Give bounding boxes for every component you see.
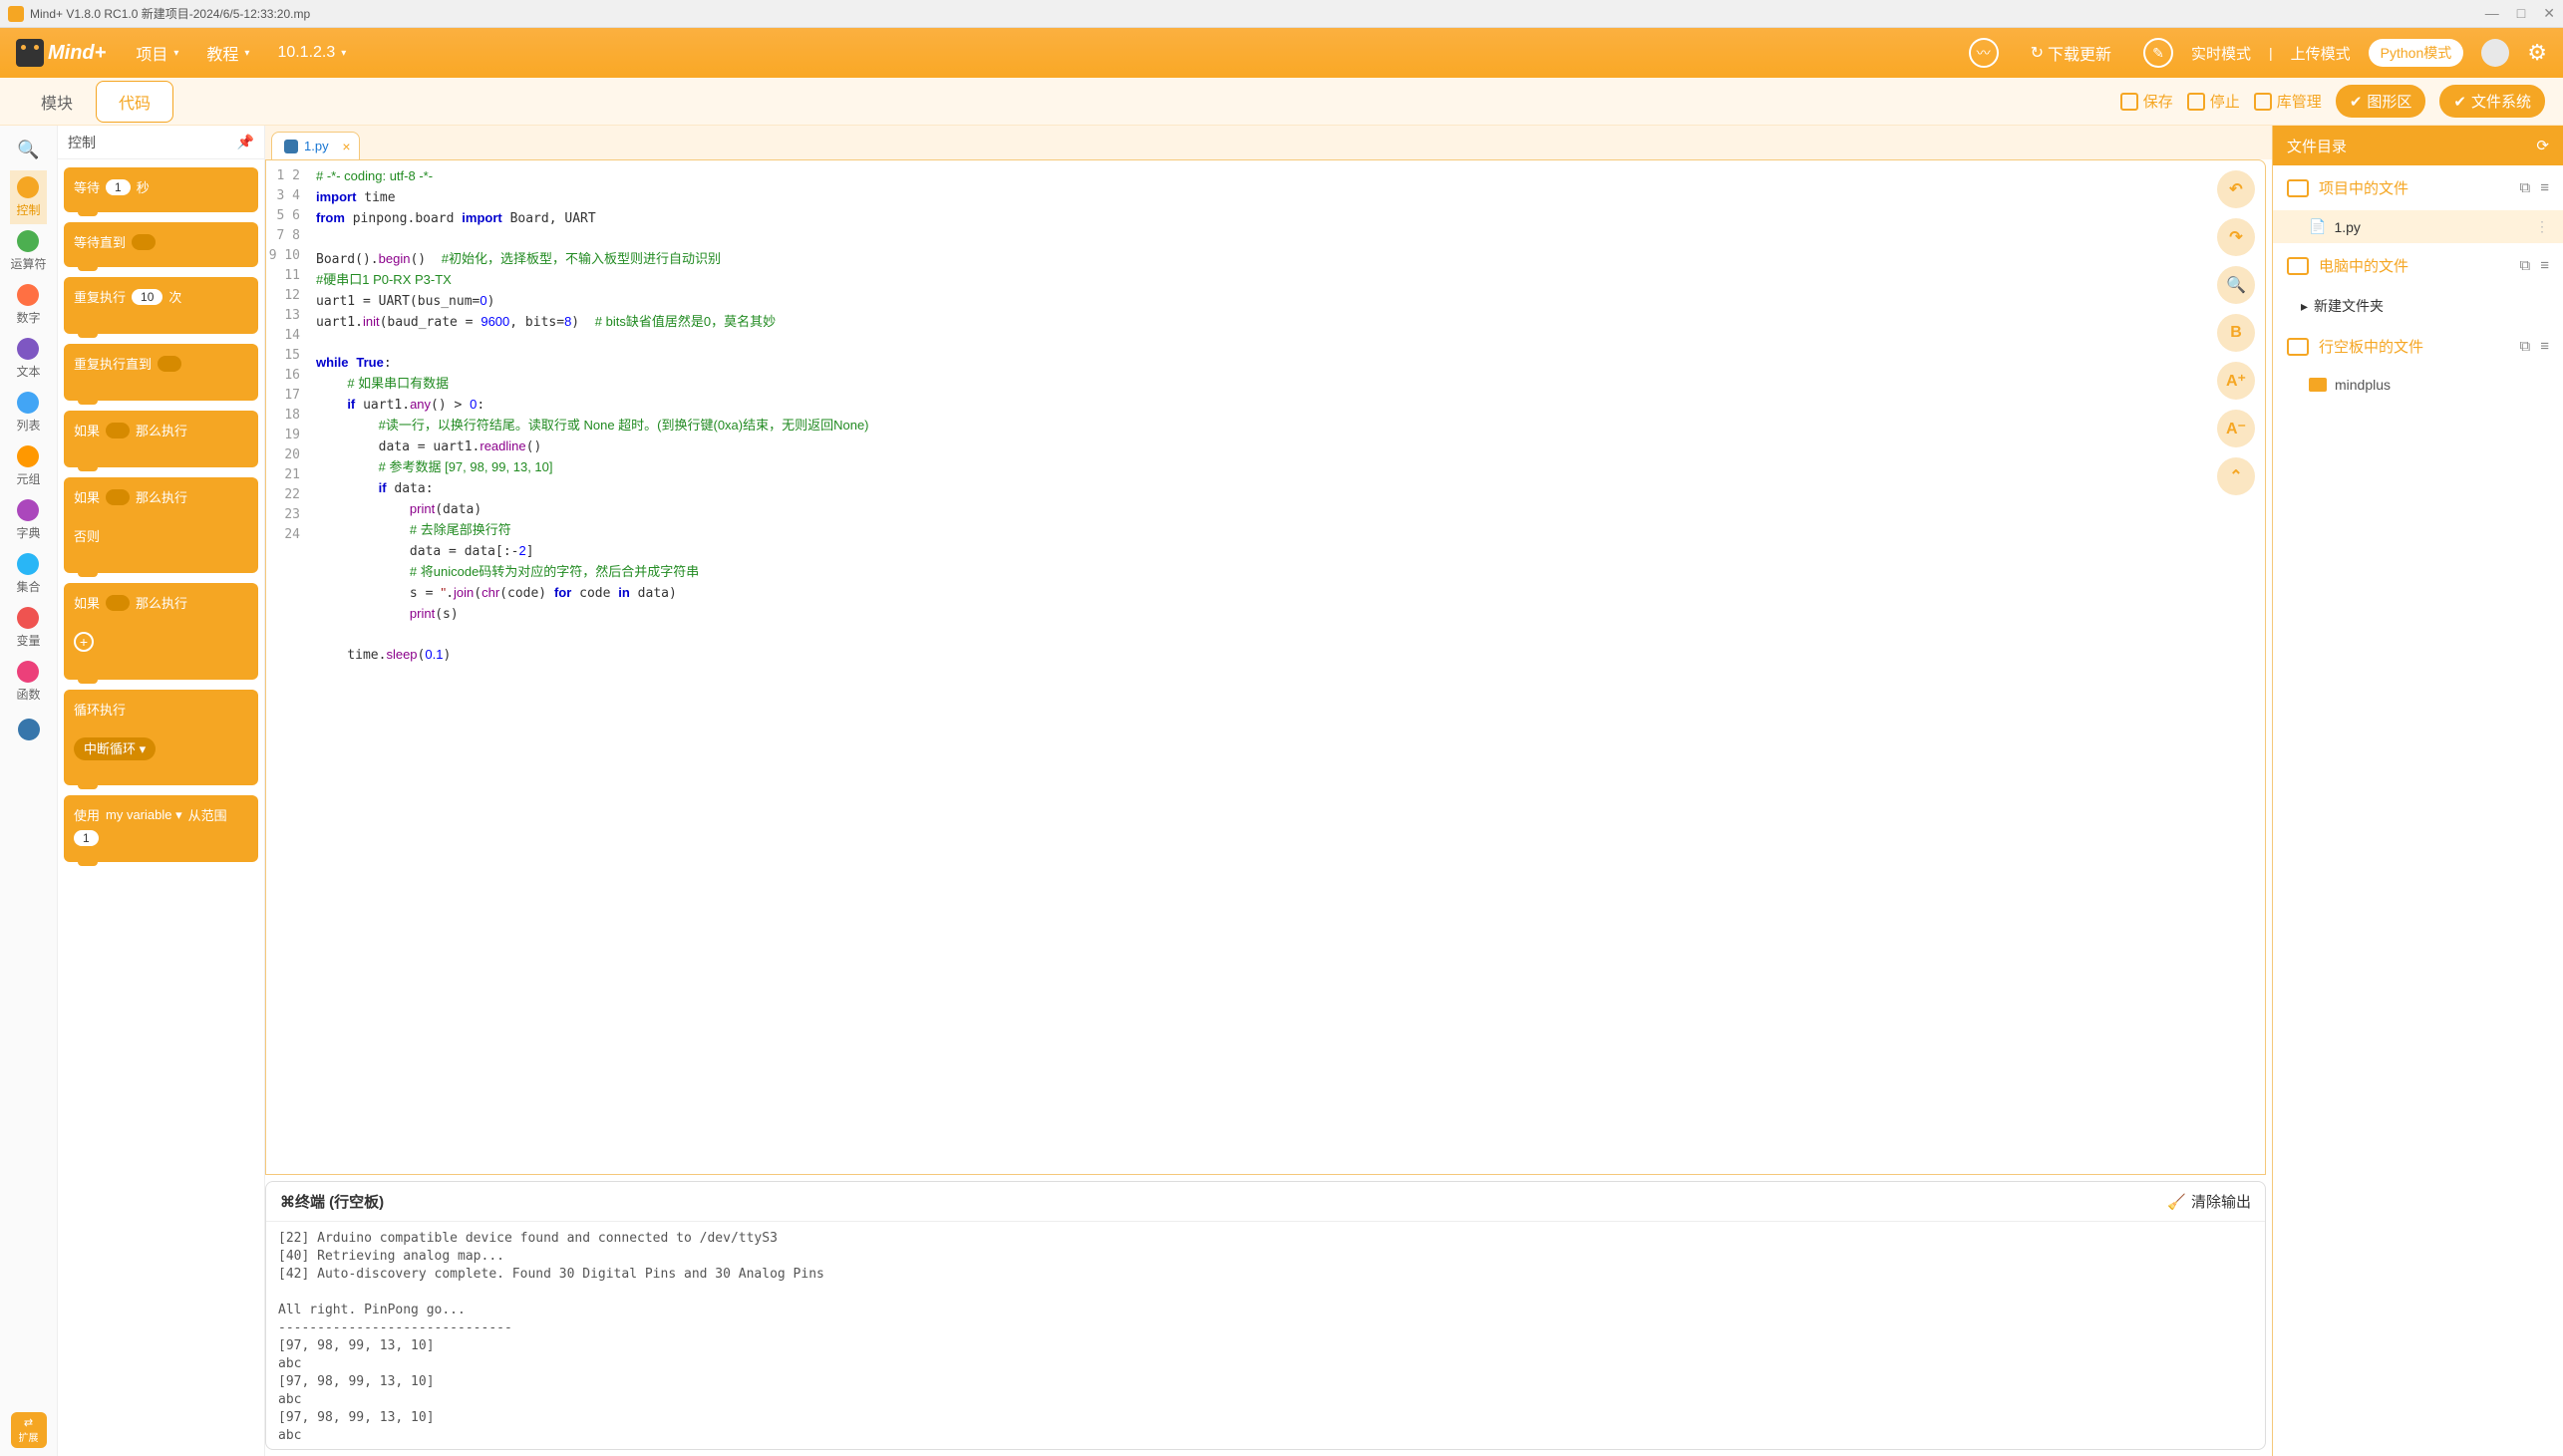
download-update-button[interactable]: ↻ 下载更新 bbox=[2017, 41, 2125, 65]
block-item[interactable]: 等待1秒 bbox=[64, 167, 258, 212]
file-panel-title: 文件目录 bbox=[2287, 136, 2347, 156]
editor-tool-4[interactable]: A⁺ bbox=[2217, 362, 2255, 400]
terminal-output[interactable]: [22] Arduino compatible device found and… bbox=[266, 1222, 2265, 1449]
extend-button[interactable]: ⇄扩展 bbox=[11, 1412, 47, 1448]
block-panel-title: 控制 bbox=[68, 133, 96, 152]
graph-area-button[interactable]: ✔ 图形区 bbox=[2336, 85, 2426, 118]
block-item[interactable]: 如果那么执行+ bbox=[64, 583, 258, 680]
edit-icon[interactable]: ✎ bbox=[2143, 38, 2173, 68]
editor-tool-0[interactable]: ↶ bbox=[2217, 170, 2255, 208]
menu-icon[interactable]: ≡ bbox=[2540, 257, 2549, 274]
section-project-files[interactable]: 项目中的文件 ⧉≡ bbox=[2273, 165, 2563, 210]
menu-icon[interactable]: ≡ bbox=[2540, 179, 2549, 196]
tab-blocks[interactable]: 模块 bbox=[18, 81, 96, 123]
block-item[interactable]: 循环执行中断循环 ▾ bbox=[64, 690, 258, 785]
save-button[interactable]: 保存 bbox=[2120, 91, 2173, 112]
section-board-files[interactable]: 行空板中的文件 ⧉≡ bbox=[2273, 324, 2563, 369]
folder-icon bbox=[2287, 179, 2309, 197]
pin-icon[interactable]: 📌 bbox=[237, 134, 254, 150]
monitor-icon[interactable]: 〰 bbox=[1969, 38, 1999, 68]
window-title: Mind+ V1.8.0 RC1.0 新建项目-2024/6/5-12:33:2… bbox=[30, 5, 310, 22]
computer-icon bbox=[2287, 257, 2309, 275]
menu-project[interactable]: 项目 bbox=[122, 41, 192, 65]
file-directory-panel: 文件目录⟳ 项目中的文件 ⧉≡ 📄 1.py ⋮ 电脑中的文件 ⧉≡ ▸ 新建文… bbox=[2272, 126, 2563, 1456]
editor-tool-1[interactable]: ↷ bbox=[2217, 218, 2255, 256]
file-tab[interactable]: 1.py × bbox=[271, 132, 360, 159]
section-computer-files[interactable]: 电脑中的文件 ⧉≡ bbox=[2273, 243, 2563, 288]
terminal-title: 终端 (行空板) bbox=[295, 1191, 384, 1212]
broom-icon: 🧹 bbox=[2167, 1193, 2186, 1211]
add-file-icon[interactable]: ⧉ bbox=[2520, 338, 2531, 355]
add-file-icon[interactable]: ⧉ bbox=[2520, 257, 2531, 274]
block-item[interactable]: 重复执行直到 bbox=[64, 344, 258, 401]
rail-item-文本[interactable]: 文本 bbox=[10, 332, 46, 386]
editor-tabbar: 1.py × bbox=[265, 126, 2272, 159]
window-controls: — □ ✕ bbox=[2485, 5, 2555, 22]
file-item-1py[interactable]: 📄 1.py ⋮ bbox=[2273, 210, 2563, 243]
avatar[interactable] bbox=[2481, 39, 2509, 67]
maximize-button[interactable]: □ bbox=[2517, 5, 2525, 22]
close-tab-icon[interactable]: × bbox=[342, 139, 350, 154]
python-file-icon bbox=[284, 140, 298, 153]
mode-python[interactable]: Python模式 bbox=[2369, 39, 2464, 67]
logo-icon bbox=[16, 39, 44, 67]
refresh-icon[interactable]: ⟳ bbox=[2536, 137, 2549, 154]
rail-item-控制[interactable]: 控制 bbox=[10, 170, 46, 224]
editor-tool-5[interactable]: A⁻ bbox=[2217, 410, 2255, 447]
rail-python[interactable] bbox=[0, 713, 57, 746]
terminal-icon: ⌘ bbox=[280, 1193, 295, 1211]
rail-item-元组[interactable]: 元组 bbox=[10, 439, 46, 493]
rail-item-运算符[interactable]: 运算符 bbox=[10, 224, 46, 278]
lib-icon bbox=[2254, 93, 2272, 111]
block-item[interactable]: 重复执行10次 bbox=[64, 277, 258, 334]
sub-new-folder[interactable]: ▸ 新建文件夹 bbox=[2273, 288, 2563, 324]
save-icon bbox=[2120, 93, 2138, 111]
folder-mindplus[interactable]: mindplus bbox=[2273, 369, 2563, 401]
block-item[interactable]: 等待直到 bbox=[64, 222, 258, 267]
menu-ip[interactable]: 10.1.2.3 bbox=[263, 44, 360, 62]
rail-item-变量[interactable]: 变量 bbox=[10, 601, 46, 655]
block-item[interactable]: 如果那么执行 bbox=[64, 411, 258, 467]
block-item[interactable]: 使用my variable ▾从范围1 bbox=[64, 795, 258, 862]
rail-item-字典[interactable]: 字典 bbox=[10, 493, 46, 547]
lib-button[interactable]: 库管理 bbox=[2254, 91, 2322, 112]
search-icon[interactable]: 🔍 bbox=[0, 134, 57, 166]
rail-item-集合[interactable]: 集合 bbox=[10, 547, 46, 601]
rail-item-数字[interactable]: 数字 bbox=[10, 278, 46, 332]
terminal-panel: ⌘ 终端 (行空板) 🧹清除输出 [22] Arduino compatible… bbox=[265, 1181, 2266, 1450]
file-icon: 📄 bbox=[2309, 218, 2326, 235]
gear-icon[interactable]: ⚙ bbox=[2527, 40, 2547, 66]
mode-upload[interactable]: 上传模式 bbox=[2291, 43, 2351, 64]
editor-tool-3[interactable]: B bbox=[2217, 314, 2255, 352]
file-system-button[interactable]: ✔ 文件系统 bbox=[2439, 85, 2545, 118]
stop-button[interactable]: 停止 bbox=[2187, 91, 2240, 112]
block-item[interactable]: 如果那么执行否则 bbox=[64, 477, 258, 573]
block-panel: 控制 📌 等待1秒等待直到重复执行10次重复执行直到如果那么执行如果那么执行否则如… bbox=[58, 126, 265, 1456]
category-rail: 🔍 控制运算符数字文本列表元组字典集合变量函数 ⇄扩展 bbox=[0, 126, 58, 1456]
file-tab-label: 1.py bbox=[304, 139, 329, 153]
editor-tool-6[interactable]: ⌃ bbox=[2217, 457, 2255, 495]
rail-item-列表[interactable]: 列表 bbox=[10, 386, 46, 439]
minimize-button[interactable]: — bbox=[2485, 5, 2499, 22]
file-more-icon[interactable]: ⋮ bbox=[2535, 218, 2549, 235]
top-menu-bar: Mind+ 项目 教程 10.1.2.3 〰 ↻ 下载更新 ✎ 实时模式 | 上… bbox=[0, 28, 2563, 78]
menu-icon[interactable]: ≡ bbox=[2540, 338, 2549, 355]
code-editor[interactable]: 1 2 3 4 5 6 7 8 9 10 11 12 13 14 15 16 1… bbox=[265, 159, 2266, 1175]
close-window-button[interactable]: ✕ bbox=[2543, 5, 2555, 22]
add-file-icon[interactable]: ⧉ bbox=[2520, 179, 2531, 196]
secondary-toolbar: 模块 代码 保存 停止 库管理 ✔ 图形区 ✔ 文件系统 bbox=[0, 78, 2563, 126]
clear-output-button[interactable]: 🧹清除输出 bbox=[2167, 1191, 2251, 1212]
rail-item-函数[interactable]: 函数 bbox=[10, 655, 46, 709]
logo-text: Mind+ bbox=[48, 42, 106, 65]
app-icon bbox=[8, 6, 24, 22]
menu-tutorial[interactable]: 教程 bbox=[192, 41, 263, 65]
board-icon bbox=[2287, 338, 2309, 356]
editor-tool-2[interactable]: 🔍 bbox=[2217, 266, 2255, 304]
app-logo: Mind+ bbox=[16, 39, 106, 67]
tab-code[interactable]: 代码 bbox=[96, 81, 173, 123]
window-titlebar: Mind+ V1.8.0 RC1.0 新建项目-2024/6/5-12:33:2… bbox=[0, 0, 2563, 28]
folder-icon bbox=[2309, 378, 2327, 392]
mode-realtime[interactable]: 实时模式 bbox=[2191, 43, 2251, 64]
stop-icon bbox=[2187, 93, 2205, 111]
